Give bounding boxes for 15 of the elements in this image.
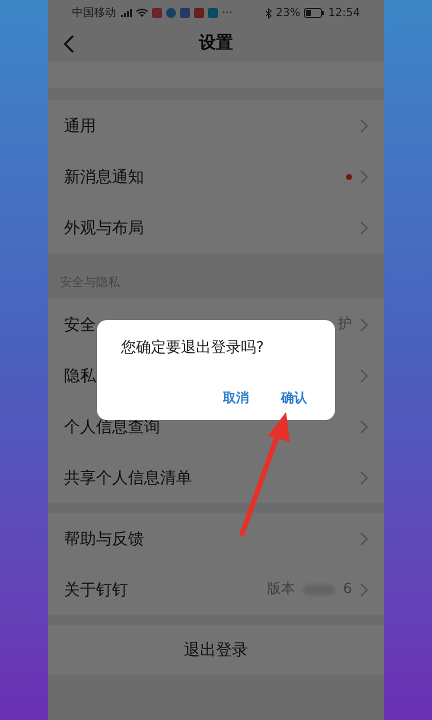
- row-label: 通用: [64, 114, 97, 136]
- row-label: 个人信息查询: [64, 416, 161, 438]
- row-label: 帮助与反馈: [64, 528, 145, 550]
- dialog-message: 您确定要退出登录吗?: [121, 337, 265, 358]
- more-notifications: ···: [222, 4, 232, 21]
- clock-time: 12:54: [328, 4, 360, 21]
- row-label: 安全: [64, 314, 97, 336]
- row-label: 新消息通知: [64, 166, 145, 188]
- page-title: 设置: [199, 32, 233, 56]
- row-label: 隐私: [64, 364, 97, 386]
- carrier-name: 中国移动: [72, 4, 116, 21]
- row-label: 外观与布局: [64, 216, 145, 238]
- battery-level: 23%: [276, 4, 300, 21]
- row-label: 共享个人信息清单: [64, 466, 193, 488]
- row-label: 关于钉钉: [64, 578, 129, 600]
